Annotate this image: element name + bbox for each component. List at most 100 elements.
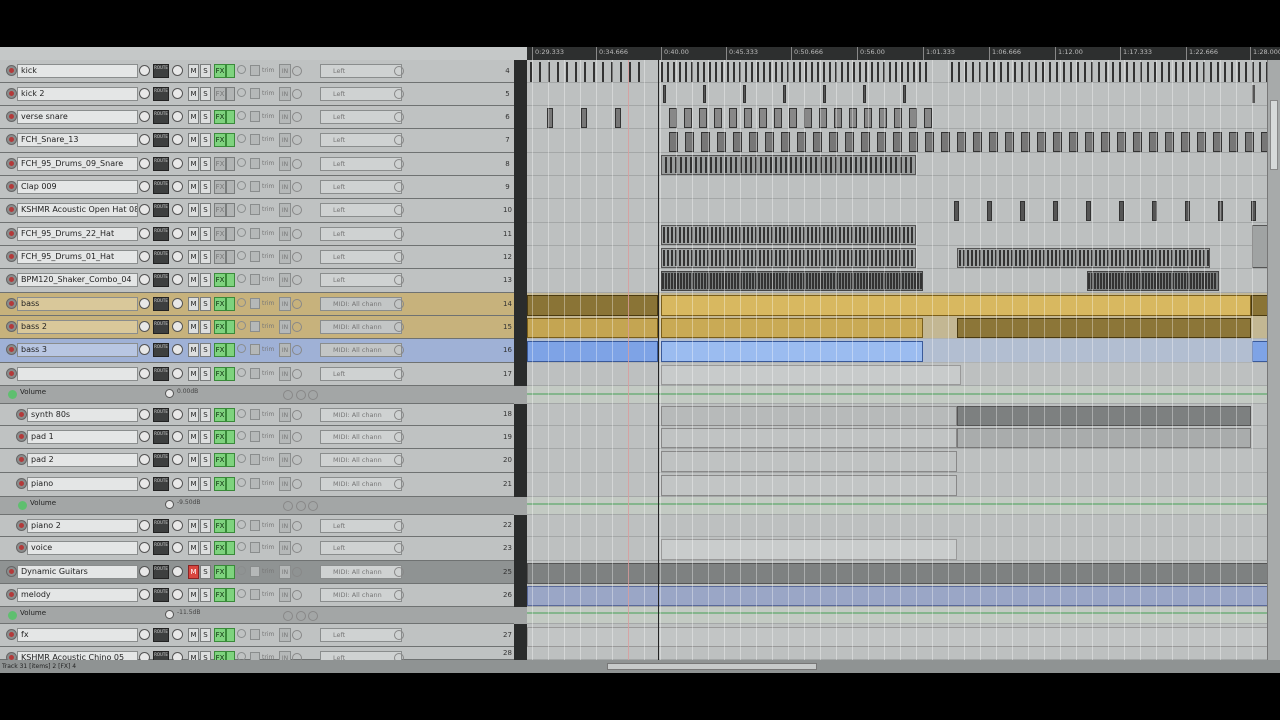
media-item[interactable] <box>924 108 932 128</box>
media-item[interactable] <box>1099 250 1101 266</box>
automation-mode-icon[interactable] <box>250 409 260 420</box>
media-item[interactable] <box>767 273 769 289</box>
solo-button[interactable]: S <box>200 588 211 602</box>
record-arm-button[interactable] <box>6 158 17 169</box>
media-item[interactable] <box>667 62 669 82</box>
monitor-dropdown-icon[interactable] <box>292 159 302 169</box>
media-item[interactable] <box>767 250 769 266</box>
envelope-icon[interactable] <box>237 111 246 120</box>
media-item[interactable] <box>1157 273 1159 289</box>
media-item[interactable] <box>795 157 797 173</box>
media-item[interactable] <box>665 273 667 289</box>
monitor-dropdown-icon[interactable] <box>292 369 302 379</box>
media-item[interactable] <box>751 62 753 82</box>
vertical-scroll-thumb[interactable] <box>1270 100 1278 170</box>
media-item[interactable] <box>695 273 697 289</box>
track-row-fx[interactable]: fx ROUTE M S FX trim IN Left 27 <box>0 624 514 647</box>
track-name-field[interactable]: FCH_95_Drums_09_Snare <box>17 157 138 171</box>
input-type-icon[interactable] <box>306 408 318 422</box>
media-item[interactable] <box>893 273 895 289</box>
envelope-active-icon[interactable] <box>8 611 17 620</box>
media-item[interactable] <box>857 273 859 289</box>
media-item[interactable] <box>683 250 685 266</box>
track-row-bpm120-shaker-combo-04[interactable]: BPM120_Shaker_Combo_04 ROUTE M S FX trim IN Lef… <box>0 269 514 293</box>
volume-knob[interactable] <box>139 629 150 640</box>
automation-mode-icon[interactable] <box>250 65 260 76</box>
media-item[interactable] <box>1135 250 1137 266</box>
monitor-dropdown-icon[interactable] <box>292 112 302 122</box>
media-item[interactable] <box>1000 62 1002 82</box>
media-item[interactable] <box>827 273 829 289</box>
pan-knob[interactable] <box>172 542 183 553</box>
media-item[interactable] <box>878 273 880 289</box>
input-select[interactable]: MIDI: All chann <box>320 320 402 334</box>
input-type-icon[interactable] <box>306 541 318 555</box>
route-button[interactable]: ROUTE <box>153 273 169 287</box>
input-dropdown-icon[interactable] <box>394 89 404 99</box>
fx-bypass-button[interactable] <box>226 565 235 579</box>
media-item[interactable] <box>781 62 783 82</box>
media-item[interactable] <box>759 108 767 128</box>
solo-button[interactable]: S <box>200 203 211 217</box>
media-item[interactable] <box>665 157 667 173</box>
fx-bypass-button[interactable] <box>226 430 235 444</box>
envelope-icon[interactable] <box>237 298 246 307</box>
media-item[interactable] <box>895 250 897 266</box>
media-item[interactable] <box>1160 273 1162 289</box>
record-arm-button[interactable] <box>6 298 17 309</box>
media-item[interactable] <box>1014 62 1016 82</box>
media-item[interactable] <box>765 157 767 173</box>
fx-button[interactable]: FX <box>214 320 226 334</box>
media-item[interactable] <box>1103 250 1105 266</box>
media-item[interactable] <box>987 201 992 221</box>
media-item[interactable] <box>1214 273 1216 289</box>
media-item[interactable] <box>907 227 909 243</box>
media-item[interactable] <box>779 273 781 289</box>
media-item[interactable] <box>1133 273 1135 289</box>
fx-bypass-button[interactable] <box>226 110 235 124</box>
media-item[interactable] <box>879 108 887 128</box>
media-item[interactable] <box>840 157 842 173</box>
pan-knob[interactable] <box>172 520 183 531</box>
media-item[interactable] <box>758 273 760 289</box>
fx-bypass-button[interactable] <box>226 203 235 217</box>
envelope-icon[interactable] <box>237 409 246 418</box>
fx-button[interactable]: FX <box>214 588 226 602</box>
arrange-view[interactable]: 0:29.333 0:34.666 0:40.00 0:45.333 0:50.666 0… <box>527 47 1280 673</box>
media-item[interactable] <box>745 157 747 173</box>
solo-button[interactable]: S <box>200 110 211 124</box>
envelope-mode-icon[interactable] <box>308 501 318 511</box>
media-item[interactable] <box>1023 250 1025 266</box>
volume-knob[interactable] <box>139 589 150 600</box>
mute-button[interactable]: M <box>188 477 199 491</box>
route-button[interactable]: ROUTE <box>153 297 169 311</box>
media-item[interactable] <box>671 273 673 289</box>
media-item[interactable] <box>761 273 763 289</box>
media-item[interactable] <box>811 62 813 82</box>
input-dropdown-icon[interactable] <box>394 205 404 215</box>
media-item[interactable] <box>907 62 909 82</box>
input-monitor-button[interactable]: IN <box>279 250 291 264</box>
mute-button[interactable]: M <box>188 157 199 171</box>
media-item[interactable] <box>823 250 825 266</box>
mute-button[interactable]: M <box>188 343 199 357</box>
route-button[interactable]: ROUTE <box>153 87 169 101</box>
fx-button[interactable]: FX <box>214 157 226 171</box>
automation-mode-icon[interactable] <box>250 158 260 169</box>
media-item[interactable] <box>602 62 604 82</box>
media-item[interactable] <box>805 157 807 173</box>
media-item[interactable] <box>809 273 811 289</box>
envelope-icon[interactable] <box>237 629 246 638</box>
media-item[interactable] <box>863 250 865 266</box>
media-item[interactable] <box>827 250 829 266</box>
media-item[interactable] <box>671 227 673 243</box>
volume-knob[interactable] <box>139 111 150 122</box>
media-item[interactable] <box>847 250 849 266</box>
media-item[interactable] <box>575 62 577 82</box>
media-item[interactable] <box>679 62 681 82</box>
media-item[interactable] <box>695 227 697 243</box>
media-item[interactable] <box>716 273 718 289</box>
media-item[interactable] <box>775 227 777 243</box>
track-name-field[interactable]: pad 2 <box>27 453 138 467</box>
automation-mode-icon[interactable] <box>250 589 260 600</box>
